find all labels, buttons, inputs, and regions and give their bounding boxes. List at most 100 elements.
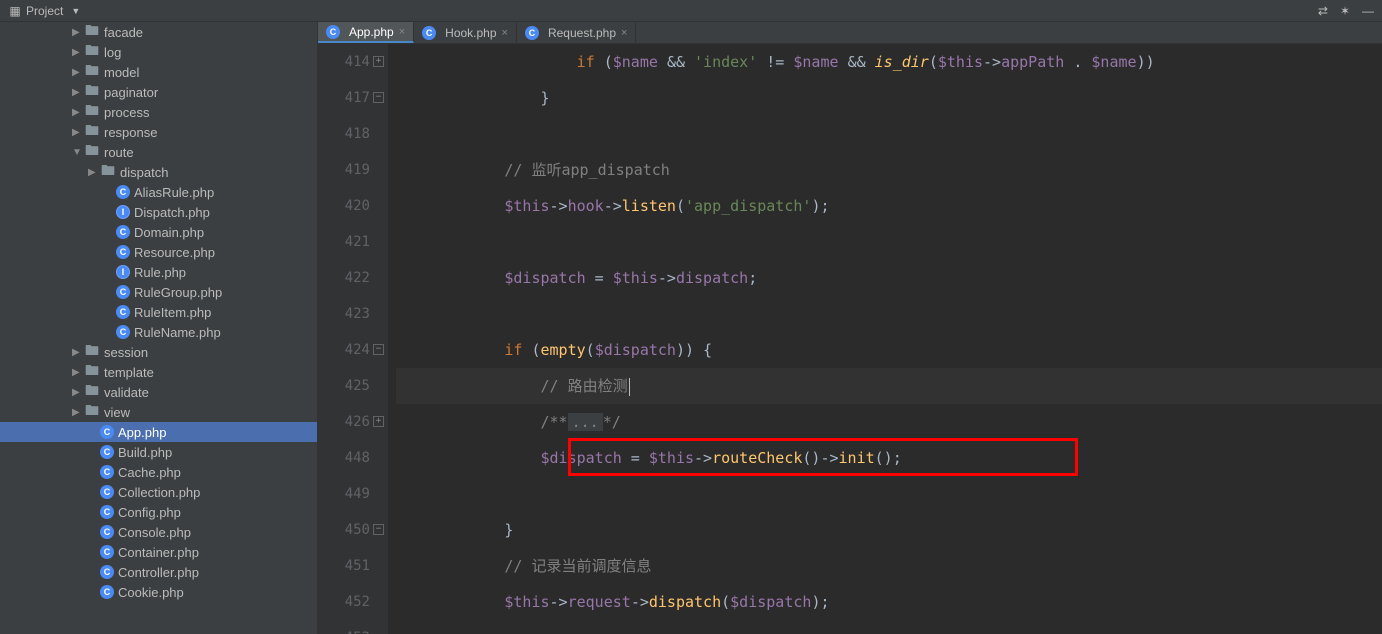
tree-item-rulename-php[interactable]: CRuleName.php [0, 322, 317, 342]
tree-item-label: paginator [104, 85, 158, 100]
tree-arrow-icon[interactable]: ▶ [72, 387, 84, 398]
tree-arrow-icon[interactable]: ▶ [72, 127, 84, 138]
tree-item-domain-php[interactable]: CDomain.php [0, 222, 317, 242]
collapse-icon[interactable]: — [1362, 4, 1374, 18]
close-icon[interactable]: × [502, 27, 508, 39]
code-line[interactable]: /**...*/ [396, 404, 1382, 440]
tree-arrow-icon[interactable]: ▶ [72, 407, 84, 418]
fold-collapse-icon[interactable]: − [373, 92, 384, 103]
tree-item-template[interactable]: ▶🖿 template [0, 362, 317, 382]
code-line[interactable]: // 监听app_dispatch [396, 152, 1382, 188]
tab-label: Hook.php [445, 26, 496, 40]
gear-icon[interactable]: ✶ [1340, 4, 1350, 18]
tab-hook-php[interactable]: C Hook.php × [414, 22, 517, 43]
fold-expand-icon[interactable]: + [373, 416, 384, 427]
php-file-icon: C [100, 425, 114, 439]
tree-item-label: view [104, 405, 130, 420]
code-line[interactable] [396, 224, 1382, 260]
tree-item-model[interactable]: ▶🖿model [0, 62, 317, 82]
code-line[interactable] [396, 116, 1382, 152]
chevron-down-icon[interactable]: ▼ [71, 6, 80, 16]
tree-item-label: Cookie.php [118, 585, 184, 600]
tree-arrow-icon[interactable]: ▼ [72, 147, 84, 158]
tree-item-app-php[interactable]: C App.php [0, 422, 317, 442]
tree-item-resource-php[interactable]: CResource.php [0, 242, 317, 262]
tree-item-label: Domain.php [134, 225, 204, 240]
tree-item-label: response [104, 125, 157, 140]
close-icon[interactable]: × [621, 27, 627, 39]
code-line[interactable]: if ($name && 'index' != $name && is_dir(… [396, 44, 1382, 80]
code-line[interactable]: } [396, 512, 1382, 548]
line-number: 448 [318, 440, 370, 476]
fold-collapse-icon[interactable]: − [373, 344, 384, 355]
tree-item-collection-php[interactable]: CCollection.php [0, 482, 317, 502]
code-editor[interactable]: 414+417−418419420421422423424−425426+448… [318, 44, 1382, 634]
code-line[interactable] [396, 620, 1382, 634]
line-number: 425 [318, 368, 370, 404]
code-line[interactable]: if (empty($dispatch)) { [396, 332, 1382, 368]
php-file-icon: C [100, 525, 114, 539]
tree-item-cookie-php[interactable]: CCookie.php [0, 582, 317, 602]
tree-item-console-php[interactable]: CConsole.php [0, 522, 317, 542]
tree-item-ruleitem-php[interactable]: CRuleItem.php [0, 302, 317, 322]
tree-item-config-php[interactable]: CConfig.php [0, 502, 317, 522]
tree-arrow-icon[interactable]: ▶ [72, 27, 84, 38]
tree-item-dispatch-php[interactable]: IDispatch.php [0, 202, 317, 222]
code-line[interactable]: // 记录当前调度信息 [396, 548, 1382, 584]
code-content[interactable]: if ($name && 'index' != $name && is_dir(… [388, 44, 1382, 634]
tree-item-container-php[interactable]: CContainer.php [0, 542, 317, 562]
code-line[interactable]: $dispatch = $this->dispatch; [396, 260, 1382, 296]
code-line[interactable] [396, 476, 1382, 512]
line-number: 419 [318, 152, 370, 188]
tree-arrow-icon[interactable]: ▶ [88, 167, 100, 178]
folder-icon: 🖿 [84, 364, 100, 380]
project-label[interactable]: Project [26, 4, 63, 18]
code-line[interactable] [396, 296, 1382, 332]
tree-arrow-icon[interactable]: ▶ [72, 107, 84, 118]
tree-item-dispatch[interactable]: ▶🖿dispatch [0, 162, 317, 182]
code-line[interactable]: $this->hook->listen('app_dispatch'); [396, 188, 1382, 224]
tree-item-label: template [104, 365, 154, 380]
folder-icon: 🖿 [84, 124, 100, 140]
tree-arrow-icon[interactable]: ▶ [72, 347, 84, 358]
tree-item-cache-php[interactable]: CCache.php [0, 462, 317, 482]
fold-collapse-icon[interactable]: − [373, 524, 384, 535]
tree-item-rulegroup-php[interactable]: CRuleGroup.php [0, 282, 317, 302]
folder-icon: 🖿 [84, 44, 100, 60]
tree-item-response[interactable]: ▶🖿 response [0, 122, 317, 142]
tree-item-rule-php[interactable]: IRule.php [0, 262, 317, 282]
tree-item-paginator[interactable]: ▶🖿paginator [0, 82, 317, 102]
php-file-icon: C [116, 245, 130, 259]
tree-arrow-icon[interactable]: ▶ [72, 367, 84, 378]
line-number: 420 [318, 188, 370, 224]
tree-item-label: App.php [118, 425, 166, 440]
tree-arrow-icon[interactable]: ▶ [72, 47, 84, 58]
code-line[interactable]: } [396, 80, 1382, 116]
fold-expand-icon[interactable]: + [373, 56, 384, 67]
tree-item-view[interactable]: ▶🖿view [0, 402, 317, 422]
tree-item-build-php[interactable]: CBuild.php [0, 442, 317, 462]
line-number: 423 [318, 296, 370, 332]
close-icon[interactable]: × [399, 26, 405, 38]
tree-arrow-icon[interactable]: ▶ [72, 87, 84, 98]
line-number: 417− [318, 80, 370, 116]
tree-item-log[interactable]: ▶🖿 log [0, 42, 317, 62]
php-file-icon: C [116, 285, 130, 299]
code-line[interactable]: $dispatch = $this->routeCheck()->init(); [396, 440, 1382, 476]
code-line[interactable]: $this->request->dispatch($dispatch); [396, 584, 1382, 620]
php-file-icon: C [422, 26, 436, 40]
tab-app-php[interactable]: CApp.php× [318, 22, 414, 43]
tree-item-label: log [104, 45, 121, 60]
tree-item-session[interactable]: ▶🖿session [0, 342, 317, 362]
tree-item-process[interactable]: ▶🖿process [0, 102, 317, 122]
tree-item-validate[interactable]: ▶🖿validate [0, 382, 317, 402]
code-line[interactable]: // 路由检测 [396, 368, 1382, 404]
tree-item-facade[interactable]: ▶🖿facade [0, 22, 317, 42]
tree-item-controller-php[interactable]: CController.php [0, 562, 317, 582]
tree-arrow-icon[interactable]: ▶ [72, 67, 84, 78]
settings-icon[interactable]: ⇄ [1318, 4, 1328, 18]
tree-item-route[interactable]: ▼🖿route [0, 142, 317, 162]
tree-item-aliasrule-php[interactable]: CAliasRule.php [0, 182, 317, 202]
tab-request-php[interactable]: CRequest.php× [517, 22, 637, 43]
project-sidebar[interactable]: ▶🖿facade▶🖿log▶🖿model▶🖿paginator▶🖿process… [0, 22, 318, 634]
